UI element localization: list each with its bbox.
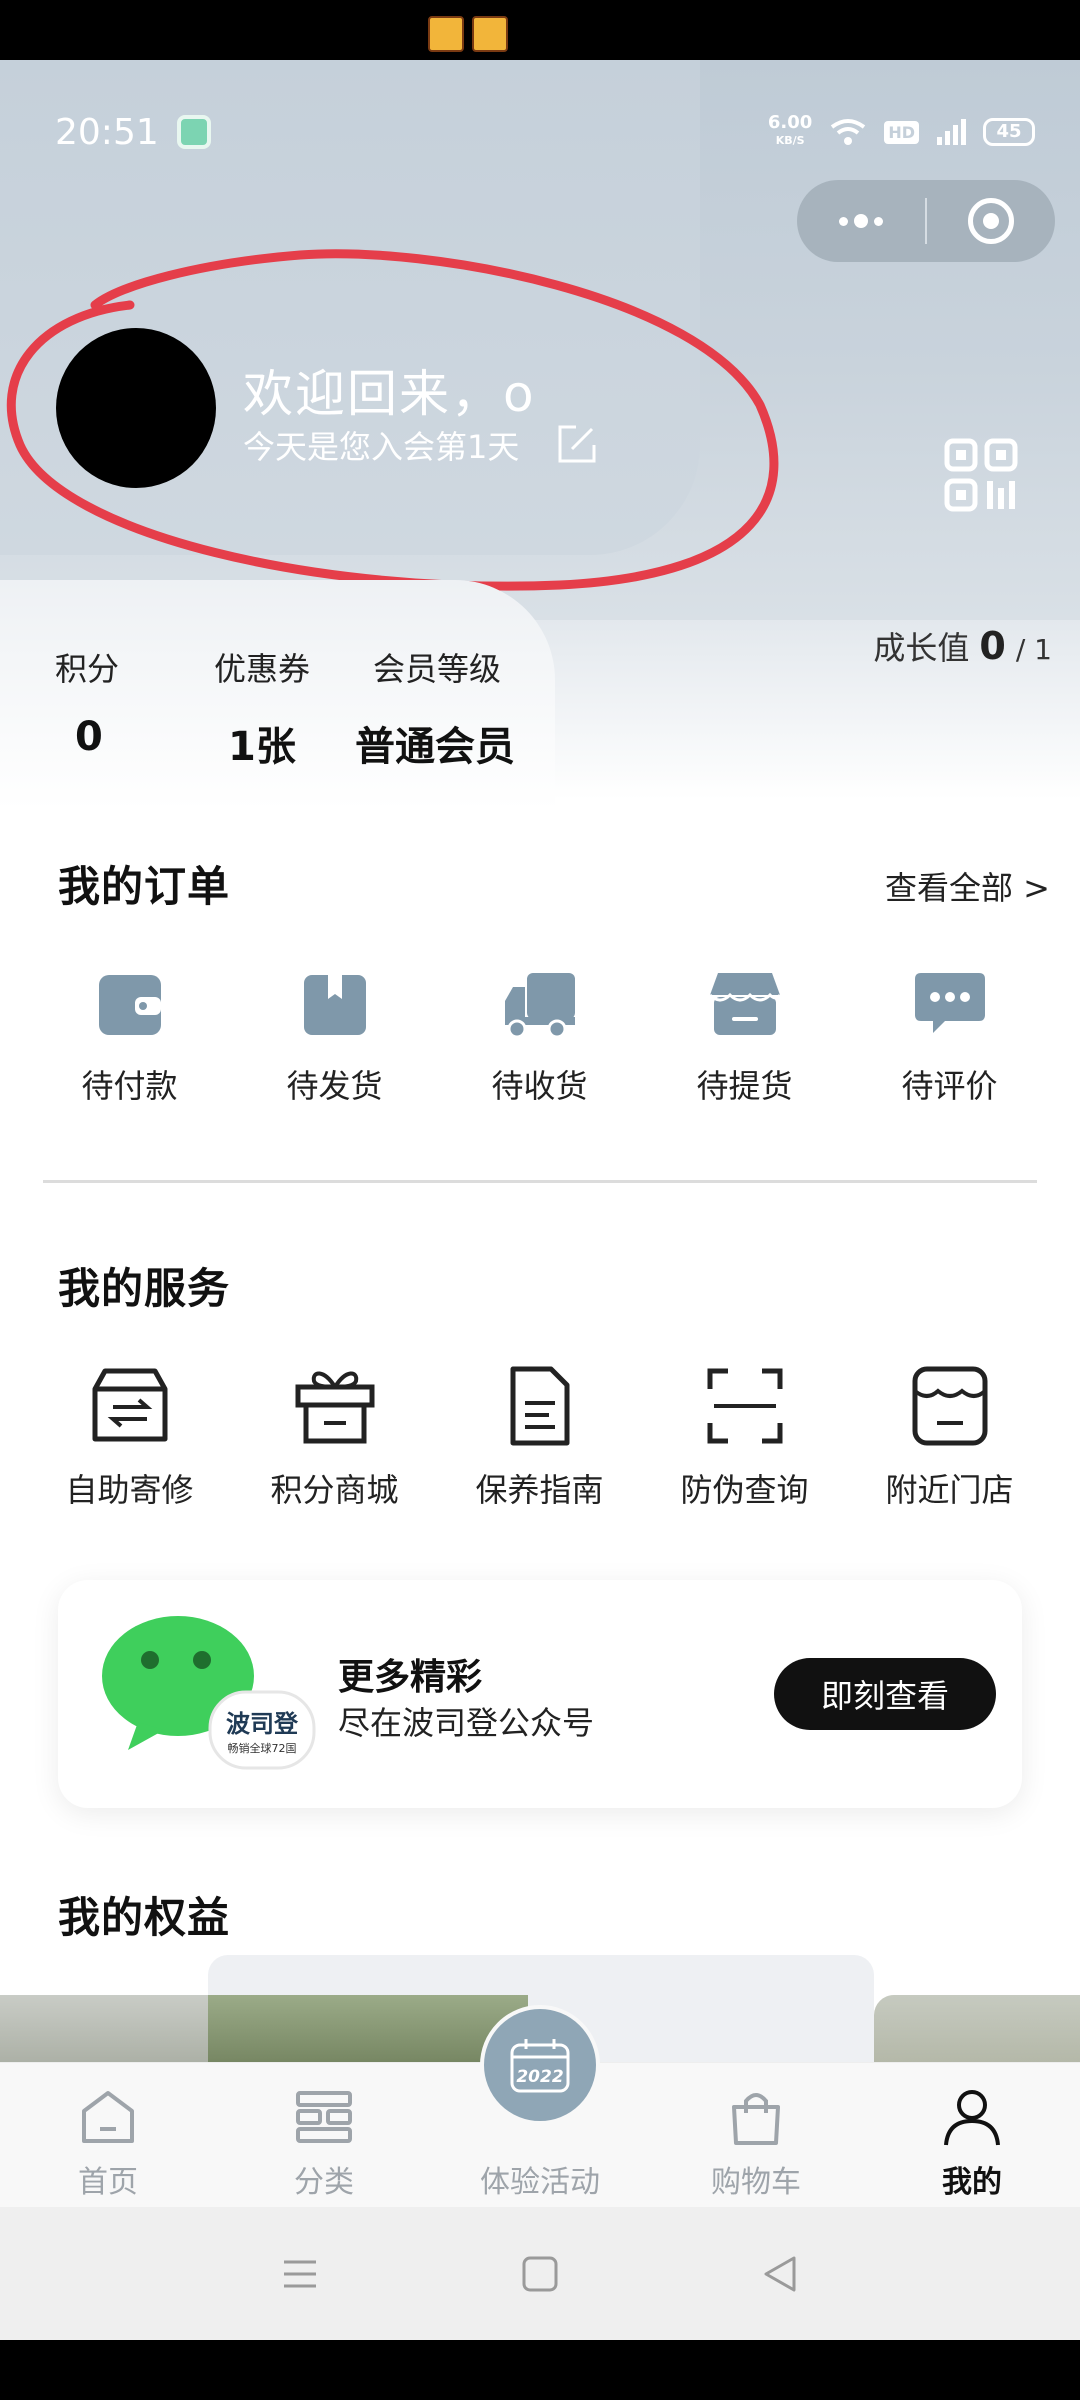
service-anti-counterfeit[interactable]: 防伪查询 (642, 1365, 847, 1511)
service-self-repair[interactable]: 自助寄修 (27, 1365, 232, 1511)
promo-title: 更多精彩 (338, 1657, 483, 1698)
person-icon (944, 2090, 1000, 2146)
section-divider (43, 1180, 1037, 1183)
truck-icon (504, 973, 575, 1039)
member-level-label: 会员等级 (373, 650, 502, 688)
order-status-row: 待付款 待发货 待收货 待提货 待评价 (0, 965, 1080, 1107)
status-icons: 6.00 KB/S HD 45 (768, 114, 1035, 150)
tab-category[interactable]: 分类 (216, 2063, 432, 2207)
svg-text:2022: 2022 (516, 2067, 563, 2087)
growth-value[interactable]: 成长值 0 / 1 (873, 623, 1052, 669)
service-nearby-stores[interactable]: 附近门店 (847, 1365, 1052, 1511)
promo-subtitle: 尽在波司登公众号 (338, 1704, 595, 1742)
status-bar: 20:51 6.00 KB/S HD 45 (55, 102, 1035, 162)
shop-icon (912, 1366, 987, 1446)
screenshot-bottom-bar (0, 2340, 1080, 2400)
hd-badge: HD (884, 120, 919, 144)
signal-icon (937, 119, 966, 145)
services-title: 我的服务 (58, 1264, 231, 1313)
points-label: 积分 (55, 650, 120, 688)
back-triangle-icon[interactable] (758, 2252, 802, 2296)
services-row: 自助寄修 积分商城 保养指南 防伪查询 附近门店 (0, 1365, 1080, 1511)
benefits-title: 我的权益 (58, 1893, 231, 1942)
order-pending-receipt[interactable]: 待收货 (437, 965, 642, 1107)
category-icon (296, 2091, 352, 2143)
service-points-mall[interactable]: 积分商城 (232, 1365, 437, 1511)
wallet-icon (98, 975, 161, 1035)
edit-icon[interactable] (556, 423, 598, 465)
service-care-guide[interactable]: 保养指南 (437, 1365, 642, 1511)
stats-card (0, 580, 555, 810)
activity-button[interactable]: 2022 (480, 2005, 600, 2125)
bag-icon (732, 2093, 780, 2145)
store-icon (708, 973, 781, 1035)
app-badge-icon (428, 16, 464, 52)
battery-indicator: 45 (983, 118, 1035, 146)
comment-icon (914, 973, 985, 1033)
network-speed: 6.00 KB/S (767, 112, 813, 148)
order-pending-pickup[interactable]: 待提货 (642, 965, 847, 1107)
wechat-logo-icon: 波司登 畅销全球72国 (102, 1616, 316, 1770)
view-all-orders-link[interactable]: 查看全部 > (885, 863, 1050, 909)
member-level-value[interactable]: 普通会员 (355, 714, 515, 772)
points-value[interactable]: 0 (75, 714, 103, 760)
tab-cart[interactable]: 购物车 (648, 2063, 864, 2207)
welcome-text: 欢迎回来，o (243, 365, 536, 423)
wechat-status-icon (176, 115, 211, 149)
tab-me[interactable]: 我的 (864, 2063, 1080, 2207)
join-days-text: 今天是您入会第1天 (243, 428, 520, 466)
system-nav-bar (0, 2207, 1080, 2340)
home-icon (82, 2091, 134, 2143)
gift-icon (295, 1371, 374, 1444)
document-icon (510, 1366, 569, 1446)
box-icon (303, 975, 366, 1035)
coupons-value[interactable]: 1张 (228, 714, 296, 772)
miniprogram-capsule (797, 180, 1055, 262)
target-close-icon[interactable] (927, 180, 1055, 262)
order-pending-review[interactable]: 待评价 (847, 965, 1052, 1107)
calendar-2022-icon: 2022 (510, 2039, 570, 2093)
coupons-label: 优惠券 (214, 650, 311, 688)
order-pending-payment[interactable]: 待付款 (27, 965, 232, 1107)
qr-code-icon[interactable] (944, 438, 1018, 512)
svg-text:畅销全球72国: 畅销全球72国 (228, 1741, 297, 1755)
avatar[interactable] (56, 328, 216, 488)
wifi-icon (831, 119, 866, 145)
screenshot-top-bar (0, 0, 1080, 60)
view-now-button[interactable]: 即刻查看 (774, 1658, 996, 1730)
svg-text:波司登: 波司登 (226, 1710, 299, 1738)
repair-box-icon (92, 1368, 167, 1442)
promo-card[interactable]: 波司登 畅销全球72国 更多精彩 尽在波司登公众号 即刻查看 (58, 1580, 1022, 1808)
status-time: 20:51 (55, 111, 159, 153)
notification-badges (428, 16, 508, 52)
menu-icon[interactable] (278, 2252, 322, 2296)
more-dots-icon[interactable] (797, 180, 925, 262)
order-pending-shipment[interactable]: 待发货 (232, 965, 437, 1107)
scan-icon (707, 1368, 782, 1444)
home-square-icon[interactable] (518, 2252, 562, 2296)
app-badge-icon (472, 16, 508, 52)
app-screen: 20:51 6.00 KB/S HD 45 欢迎回来，o 今天是您入会第1天 成… (0, 60, 1080, 2340)
orders-title: 我的订单 (58, 862, 231, 911)
tab-home[interactable]: 首页 (0, 2063, 216, 2207)
